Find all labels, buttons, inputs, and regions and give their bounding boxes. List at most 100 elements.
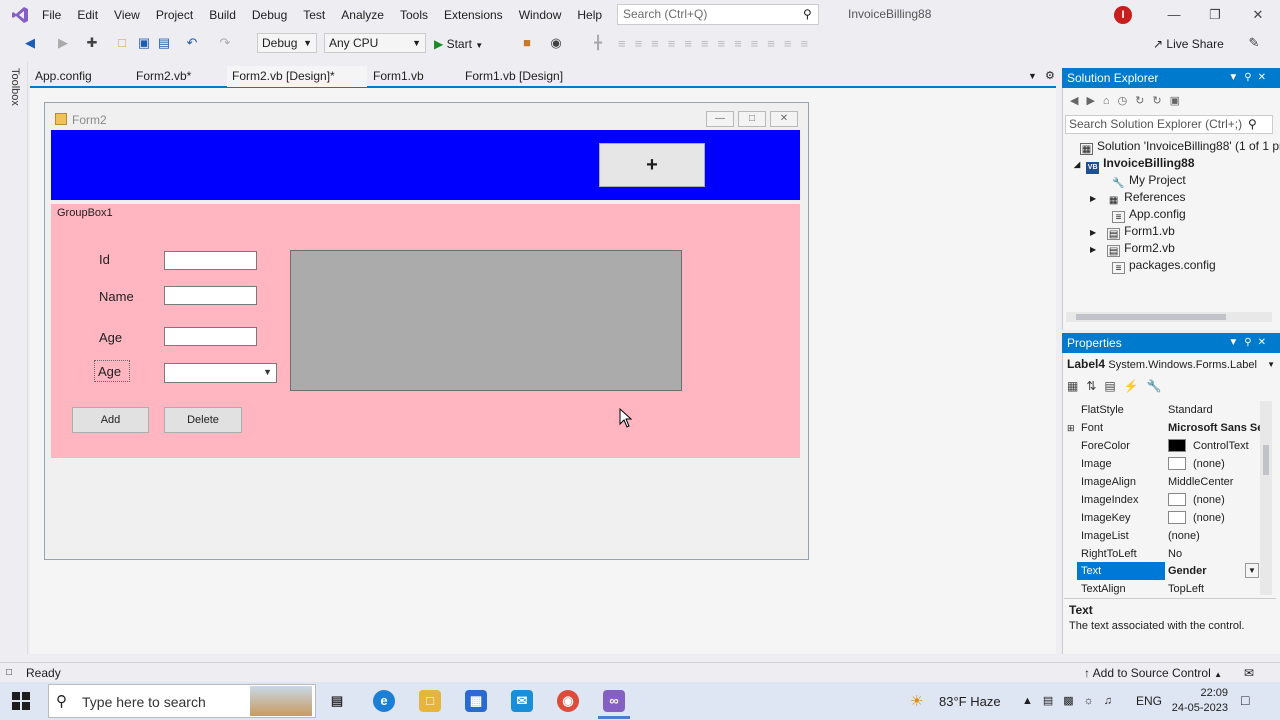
undo-icon[interactable]: ↶: [184, 35, 200, 51]
id-label[interactable]: Id: [99, 252, 110, 267]
redo-icon[interactable]: ↷: [217, 35, 233, 51]
property-row-font[interactable]: ⊞ Font Microsoft Sans Se: [1067, 419, 1271, 437]
property-row-text[interactable]: Text Gender ▼: [1077, 562, 1271, 580]
menu-project[interactable]: Project: [148, 0, 201, 30]
data-grid-view[interactable]: [290, 250, 682, 391]
tree-item-app-config[interactable]: ≡ App.config: [1112, 207, 1186, 223]
store-icon[interactable]: ▦: [465, 690, 487, 712]
task-view-icon[interactable]: ▤: [326, 690, 348, 712]
menu-debug[interactable]: Debug: [244, 0, 295, 30]
panel-controls-icon[interactable]: ▼⚲✕: [1228, 68, 1272, 88]
properties-icon[interactable]: ▤: [1104, 379, 1123, 393]
menu-analyze[interactable]: Analyze: [333, 0, 392, 30]
close-icon[interactable]: ✕: [1248, 6, 1268, 24]
menu-view[interactable]: View: [106, 0, 148, 30]
name-label[interactable]: Name: [99, 289, 134, 304]
search-input[interactable]: Search (Ctrl+Q): [617, 4, 819, 25]
property-pages-icon[interactable]: 🔧: [1147, 379, 1170, 393]
tab-form2-design[interactable]: Form2.vb [Design]* ⚲✕: [227, 66, 367, 104]
start-button[interactable]: ▶ Start ▼: [434, 36, 483, 52]
new-project-icon[interactable]: ✚: [84, 35, 100, 51]
project-node[interactable]: ◢ VB InvoiceBilling88: [1074, 156, 1195, 174]
visual-studio-icon[interactable]: ∞: [603, 690, 625, 712]
panel-controls-icon[interactable]: ▼⚲✕: [1228, 333, 1272, 353]
minimize-icon[interactable]: —: [1164, 6, 1184, 24]
menu-file[interactable]: File: [34, 0, 69, 30]
system-tray-icons[interactable]: ▲▤▩☼♫: [1022, 694, 1122, 707]
menu-edit[interactable]: Edit: [69, 0, 106, 30]
age-field[interactable]: [164, 327, 257, 346]
save-icon[interactable]: ▣: [136, 35, 152, 51]
chevron-down-icon[interactable]: ▼: [1245, 563, 1259, 578]
property-row-flatstyle[interactable]: FlatStyle Standard: [1077, 401, 1271, 419]
toolbox-tab[interactable]: Toolbox: [9, 68, 21, 106]
property-row-righttoleft[interactable]: RightToLeft No: [1077, 545, 1271, 563]
tree-item-packages-config[interactable]: ≡ packages.config: [1112, 258, 1216, 274]
property-row-forecolor[interactable]: ForeColor ControlText: [1077, 437, 1271, 455]
menu-window[interactable]: Window: [511, 0, 570, 30]
delete-button[interactable]: Delete: [164, 407, 242, 433]
categorized-icon[interactable]: ▦: [1067, 379, 1086, 393]
gear-icon[interactable]: ⚙: [1045, 69, 1055, 82]
camera-icon[interactable]: ◉: [548, 35, 564, 51]
config-dropdown[interactable]: Debug ▼: [257, 33, 317, 53]
tab-form2-vb[interactable]: Form2.vb*: [131, 66, 196, 87]
property-object-selector[interactable]: Label4 System.Windows.Forms.Label ▼: [1067, 355, 1275, 374]
gender-label[interactable]: Age: [98, 364, 121, 379]
edge-icon[interactable]: e: [373, 690, 395, 712]
menu-test[interactable]: Test: [295, 0, 333, 30]
properties-scrollbar[interactable]: [1260, 401, 1272, 595]
clock[interactable]: 22:09 24-05-2023: [1168, 686, 1228, 716]
name-field[interactable]: [164, 286, 257, 305]
tree-item-references[interactable]: ▶ ▦ References: [1090, 190, 1186, 207]
notification-center-icon[interactable]: □: [1241, 692, 1249, 708]
menu-help[interactable]: Help: [569, 0, 610, 30]
property-row-imagealign[interactable]: ImageAlign MiddleCenter: [1077, 473, 1271, 491]
restore-icon[interactable]: ❐: [1205, 6, 1225, 24]
menu-build[interactable]: Build: [201, 0, 244, 30]
age-label[interactable]: Age: [99, 330, 122, 345]
alphabetical-icon[interactable]: ⇅: [1086, 379, 1104, 393]
mail-icon[interactable]: ✉: [511, 690, 533, 712]
tab-form1-vb[interactable]: Form1.vb: [368, 66, 429, 87]
weather-text[interactable]: 83°F Haze: [939, 694, 1001, 709]
live-share-button[interactable]: ↗ Live Share: [1153, 37, 1224, 51]
tree-item-form1[interactable]: ▶ ▤ Form1.vb: [1090, 224, 1175, 240]
tree-item-my-project[interactable]: 🔧 My Project: [1112, 173, 1185, 190]
tab-app-config[interactable]: App.config: [30, 66, 97, 87]
events-icon[interactable]: ⚡: [1124, 379, 1147, 393]
plus-button[interactable]: +: [599, 143, 705, 187]
property-row-imageindex[interactable]: ImageIndex (none): [1077, 491, 1271, 509]
tree-item-form2[interactable]: ▶ ▤ Form2.vb: [1090, 241, 1175, 257]
windows-start-icon[interactable]: [12, 692, 30, 710]
tab-form1-design[interactable]: Form1.vb [Design]: [460, 66, 568, 87]
property-row-image[interactable]: Image (none): [1077, 455, 1271, 473]
chrome-icon[interactable]: ◉: [557, 690, 579, 712]
feedback-icon[interactable]: ✎: [1246, 35, 1262, 51]
menu-tools[interactable]: Tools: [392, 0, 436, 30]
avatar[interactable]: I: [1114, 6, 1132, 24]
platform-dropdown[interactable]: Any CPU ▼: [324, 33, 426, 53]
add-button[interactable]: Add: [72, 407, 149, 433]
solution-node[interactable]: ▦ Solution 'InvoiceBilling88' (1 of 1 pro: [1080, 139, 1280, 155]
tab-overflow-icon[interactable]: ▼: [1028, 71, 1037, 81]
property-row-imagekey[interactable]: ImageKey (none): [1077, 509, 1271, 527]
horizontal-scrollbar[interactable]: [1066, 312, 1272, 322]
id-field[interactable]: [164, 251, 257, 270]
object-name: Label4: [1067, 357, 1106, 371]
vb-project-icon: VB: [1086, 162, 1100, 174]
align-icon[interactable]: ╋: [590, 35, 606, 51]
back-icon[interactable]: ◀: [22, 35, 38, 51]
property-row-imagelist[interactable]: ImageList (none): [1077, 527, 1271, 545]
open-folder-icon[interactable]: □: [114, 35, 130, 51]
menu-extensions[interactable]: Extensions: [436, 0, 511, 30]
property-row-textalign[interactable]: TextAlign TopLeft: [1077, 580, 1271, 598]
gender-combobox[interactable]: ▼: [164, 363, 277, 383]
solution-search-input[interactable]: Search Solution Explorer (Ctrl+;): [1065, 115, 1273, 134]
save-all-icon[interactable]: ▤: [156, 35, 172, 51]
language-indicator[interactable]: ENG: [1136, 694, 1162, 708]
notifications-icon[interactable]: ✉: [1244, 663, 1254, 683]
browser-icon[interactable]: ■: [519, 35, 535, 51]
file-explorer-icon[interactable]: □: [419, 690, 441, 712]
forward-icon[interactable]: ▶: [55, 35, 71, 51]
